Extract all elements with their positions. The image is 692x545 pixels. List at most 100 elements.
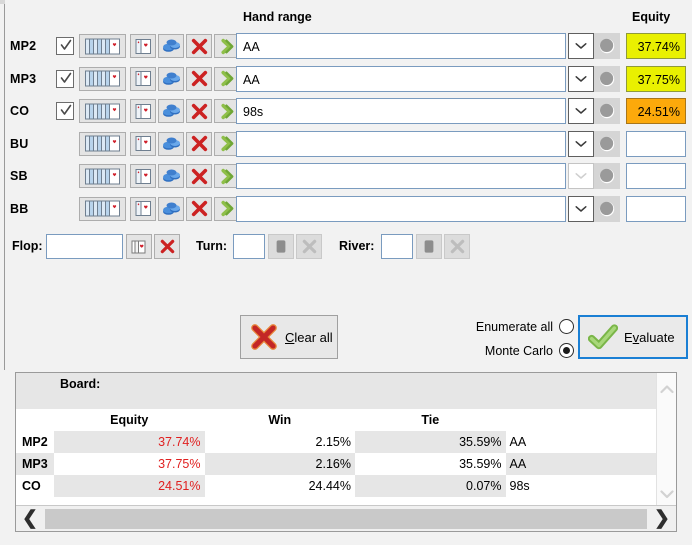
river-card-picker-button[interactable]: [416, 234, 442, 259]
red-x-icon: [191, 168, 207, 184]
turn-clear-button[interactable]: [296, 234, 322, 259]
scroll-down-button[interactable]: [659, 486, 675, 502]
results-row: MP3 37.75% 2.16% 35.59% AA: [16, 453, 656, 475]
clear-row-button-bb[interactable]: [186, 196, 212, 221]
hand-range-input-co[interactable]: 98s: [236, 98, 566, 124]
turn-input[interactable]: [233, 234, 265, 259]
clear-all-mnemonic: C: [285, 329, 295, 345]
results-win-mp2: 2.15%: [204, 431, 355, 453]
open-hand-selector-button-mp2[interactable]: [130, 34, 156, 58]
hand-cards-icon: [135, 71, 151, 86]
open-hand-selector-button-sb[interactable]: [130, 164, 156, 188]
evaluate-button[interactable]: Evaluate: [578, 315, 688, 359]
results-tie-mp3: 35.59%: [355, 453, 506, 475]
river-input[interactable]: [381, 234, 413, 259]
hand-range-dropdown-button-mp2[interactable]: [568, 33, 594, 59]
enable-checkbox-mp2[interactable]: [56, 37, 74, 55]
hand-range-input-bu[interactable]: [236, 130, 566, 157]
clear-row-button-sb[interactable]: [186, 164, 212, 188]
chips-button-bb[interactable]: [158, 196, 184, 221]
player-row-bb: BB: [0, 195, 692, 225]
clear-row-button-mp2[interactable]: [186, 34, 212, 58]
hand-range-dropdown-button-mp3[interactable]: [568, 65, 594, 92]
monte-carlo-label: Monte Carlo: [484, 343, 553, 358]
results-horizontal-scrollbar[interactable]: ❮ ❯: [16, 505, 676, 531]
board-row-spacer: [16, 373, 54, 409]
chips-icon: [162, 169, 180, 182]
results-hand-co: 98s: [505, 475, 656, 497]
range-color-button-bb[interactable]: [594, 195, 620, 222]
hand-range-dropdown-button-co[interactable]: [568, 98, 594, 124]
clear-all-button[interactable]: Clear all: [240, 315, 338, 359]
clear-row-button-mp3[interactable]: [186, 66, 212, 91]
hand-range-input-sb[interactable]: [236, 163, 566, 189]
card-back-icon: [276, 240, 286, 253]
ball-icon: [599, 71, 615, 86]
scroll-left-button[interactable]: ❮: [16, 507, 44, 531]
green-arrow-icon: [220, 103, 233, 119]
player-row-mp2: MP2 AA 37.74%: [0, 32, 692, 62]
hand-range-input-bb[interactable]: [236, 195, 566, 222]
flop-input[interactable]: [46, 234, 123, 259]
open-range-selector-button-sb[interactable]: [79, 164, 126, 188]
results-position-co: CO: [16, 475, 54, 497]
results-table-viewport: Board: Equity Win Tie MP2 37.74% 2.15% 35.59% AA…: [16, 373, 656, 516]
flop-card-picker-button[interactable]: [126, 234, 152, 259]
open-range-selector-button-bu[interactable]: [79, 131, 126, 156]
monte-carlo-radio-row[interactable]: Monte Carlo: [485, 343, 574, 358]
results-header-win: Win: [204, 409, 355, 431]
horizontal-scroll-thumb[interactable]: [45, 508, 647, 529]
results-table: Board: Equity Win Tie MP2 37.74% 2.15% 35.59% AA…: [16, 373, 656, 497]
ball-icon: [599, 168, 615, 184]
results-hand-mp3: AA: [505, 453, 656, 475]
open-range-selector-button-mp2[interactable]: [79, 34, 126, 58]
chips-button-sb[interactable]: [158, 164, 184, 188]
checkmark-icon: [60, 71, 72, 85]
chips-button-co[interactable]: [158, 99, 184, 123]
hand-range-input-mp2[interactable]: AA: [236, 33, 566, 59]
range-color-button-sb[interactable]: [594, 163, 620, 189]
results-equity-co: 24.51%: [54, 475, 205, 497]
open-hand-selector-button-bb[interactable]: [130, 196, 156, 221]
card-back-icon: [424, 240, 434, 253]
chips-button-mp3[interactable]: [158, 66, 184, 91]
results-vertical-scrollbar[interactable]: [656, 373, 676, 516]
monte-carlo-radio[interactable]: [559, 343, 574, 358]
clear-row-button-co[interactable]: [186, 99, 212, 123]
open-hand-selector-button-bu[interactable]: [130, 131, 156, 156]
range-color-button-bu[interactable]: [594, 130, 620, 157]
hand-range-dropdown-button-bu[interactable]: [568, 130, 594, 157]
chips-button-mp2[interactable]: [158, 34, 184, 58]
ball-icon: [599, 136, 615, 151]
chevron-right-icon: ❯: [654, 508, 670, 529]
open-hand-selector-button-mp3[interactable]: [130, 66, 156, 91]
flop-clear-button[interactable]: [154, 234, 180, 259]
hand-range-dropdown-button-bb[interactable]: [568, 195, 594, 222]
river-clear-button[interactable]: [444, 234, 470, 259]
clear-row-button-bu[interactable]: [186, 131, 212, 156]
scroll-right-button[interactable]: ❯: [648, 507, 676, 531]
turn-card-picker-button[interactable]: [268, 234, 294, 259]
range-color-button-mp3[interactable]: [594, 65, 620, 92]
hand-range-dropdown-button-sb[interactable]: [568, 163, 594, 189]
hand-range-input-mp3[interactable]: AA: [236, 65, 566, 92]
range-color-button-co[interactable]: [594, 98, 620, 124]
checkmark-icon: [60, 39, 72, 50]
open-range-selector-button-co[interactable]: [79, 99, 126, 123]
chips-icon: [162, 202, 180, 215]
enable-checkbox-co[interactable]: [56, 102, 74, 120]
chips-icon: [162, 104, 180, 117]
open-hand-selector-button-co[interactable]: [130, 99, 156, 123]
range-color-button-mp2[interactable]: [594, 33, 620, 59]
open-range-selector-button-mp3[interactable]: [79, 66, 126, 91]
enable-checkbox-mp3[interactable]: [56, 69, 74, 88]
enumerate-all-radio[interactable]: [559, 319, 574, 334]
chips-button-bu[interactable]: [158, 131, 184, 156]
green-arrow-icon: [220, 135, 233, 152]
results-win-co: 24.44%: [204, 475, 355, 497]
equity-value-mp2: 37.74%: [626, 33, 686, 59]
open-range-selector-button-bb[interactable]: [79, 196, 126, 221]
enumerate-all-radio-row[interactable]: Enumerate all: [476, 319, 574, 334]
hand-cards-icon: [135, 136, 151, 151]
scroll-up-button[interactable]: [659, 381, 675, 397]
